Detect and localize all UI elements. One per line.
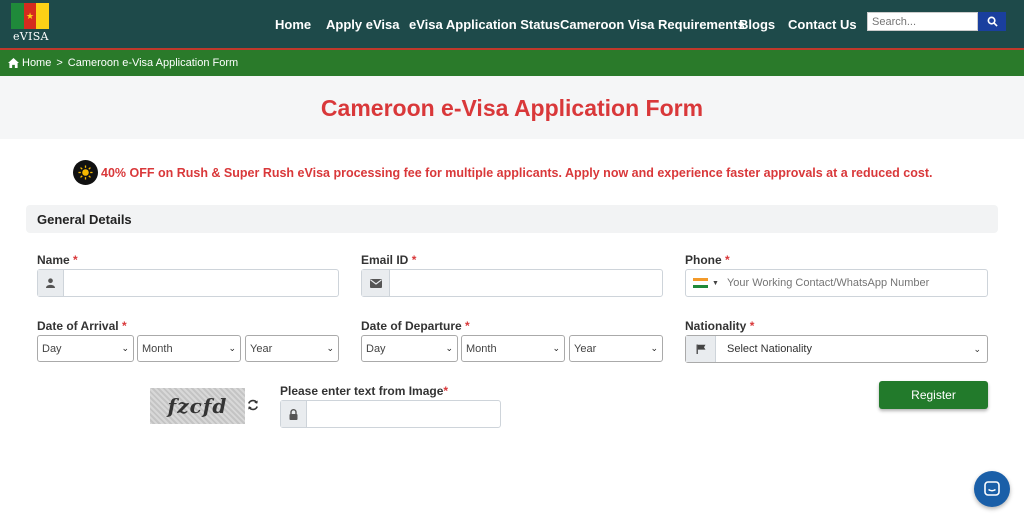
name-field bbox=[37, 269, 339, 297]
offer-banner-text: 40% OFF on Rush & Super Rush eVisa proce… bbox=[101, 166, 933, 180]
arrival-day-select[interactable]: Day ⌄ bbox=[37, 335, 134, 362]
sun-icon bbox=[73, 160, 98, 185]
phone-label: Phone * bbox=[685, 253, 730, 267]
india-flag-icon[interactable] bbox=[693, 278, 708, 288]
breadcrumb-home[interactable]: Home bbox=[22, 57, 51, 69]
country-dropdown-caret-icon[interactable]: ▼ bbox=[712, 280, 719, 287]
departure-label: Date of Departure * bbox=[361, 319, 470, 333]
chevron-down-icon: ⌄ bbox=[326, 343, 334, 353]
phone-input[interactable] bbox=[718, 277, 987, 289]
arrival-year-select[interactable]: Year ⌄ bbox=[245, 335, 339, 362]
flag-icon bbox=[686, 336, 716, 362]
chevron-down-icon: ⌄ bbox=[445, 343, 453, 353]
home-icon bbox=[8, 58, 19, 68]
search-input[interactable] bbox=[867, 12, 978, 31]
nav-home[interactable]: Home bbox=[275, 17, 311, 32]
name-input[interactable] bbox=[64, 270, 338, 296]
logo-text: eVISA bbox=[13, 30, 49, 43]
nav-application-status[interactable]: eVisa Application Status bbox=[409, 17, 560, 32]
page-title: Cameroon e-Visa Application Form bbox=[320, 95, 704, 121]
breadcrumb-separator: > bbox=[56, 57, 63, 69]
phone-field: ▼ bbox=[685, 269, 988, 297]
nav-apply-evisa[interactable]: Apply eVisa bbox=[326, 17, 399, 32]
arrival-label: Date of Arrival * bbox=[37, 319, 127, 333]
refresh-icon[interactable] bbox=[247, 398, 260, 411]
chat-widget-button[interactable] bbox=[974, 471, 1010, 507]
section-general-details: General Details bbox=[26, 205, 998, 233]
lock-icon bbox=[281, 401, 307, 427]
nationality-label: Nationality * bbox=[685, 319, 755, 333]
search-button[interactable] bbox=[978, 12, 1006, 31]
email-field bbox=[361, 269, 663, 297]
envelope-icon bbox=[362, 270, 390, 296]
captcha-image: fzcfd bbox=[150, 388, 245, 424]
name-label: Name * bbox=[37, 253, 78, 267]
nav-blogs[interactable]: Blogs bbox=[739, 17, 775, 32]
arrival-month-select[interactable]: Month ⌄ bbox=[137, 335, 241, 362]
top-header: ★ eVISA Home Apply eVisa eVisa Applicati… bbox=[0, 0, 1024, 48]
captcha-label: Please enter text from Image* bbox=[280, 384, 449, 398]
email-label: Email ID * bbox=[361, 253, 417, 267]
nationality-field: Select Nationality ⌄ bbox=[685, 335, 988, 363]
departure-year-select[interactable]: Year ⌄ bbox=[569, 335, 663, 362]
breadcrumb-current: Cameroon e-Visa Application Form bbox=[67, 57, 239, 69]
cameroon-flag-icon: ★ bbox=[11, 3, 50, 29]
chat-icon bbox=[984, 481, 1000, 496]
chevron-down-icon: ⌄ bbox=[121, 343, 129, 353]
email-input[interactable] bbox=[390, 270, 662, 296]
captcha-input[interactable] bbox=[307, 401, 500, 427]
evisa-logo[interactable]: ★ eVISA bbox=[11, 3, 53, 45]
departure-month-select[interactable]: Month ⌄ bbox=[461, 335, 565, 362]
user-icon bbox=[38, 270, 64, 296]
register-button[interactable]: Register bbox=[879, 381, 988, 409]
nav-contact-us[interactable]: Contact Us bbox=[788, 17, 857, 32]
chevron-down-icon: ⌄ bbox=[552, 343, 560, 353]
search-icon bbox=[987, 16, 998, 27]
chevron-down-icon: ⌄ bbox=[973, 343, 981, 354]
breadcrumb: Home > Cameroon e-Visa Application Form bbox=[0, 50, 1024, 76]
nav-visa-requirements[interactable]: Cameroon Visa Requirements bbox=[560, 17, 745, 32]
chevron-down-icon: ⌄ bbox=[650, 343, 658, 353]
captcha-field bbox=[280, 400, 501, 428]
chevron-down-icon: ⌄ bbox=[228, 343, 236, 353]
nationality-select[interactable]: Select Nationality ⌄ bbox=[716, 336, 987, 362]
departure-day-select[interactable]: Day ⌄ bbox=[361, 335, 458, 362]
